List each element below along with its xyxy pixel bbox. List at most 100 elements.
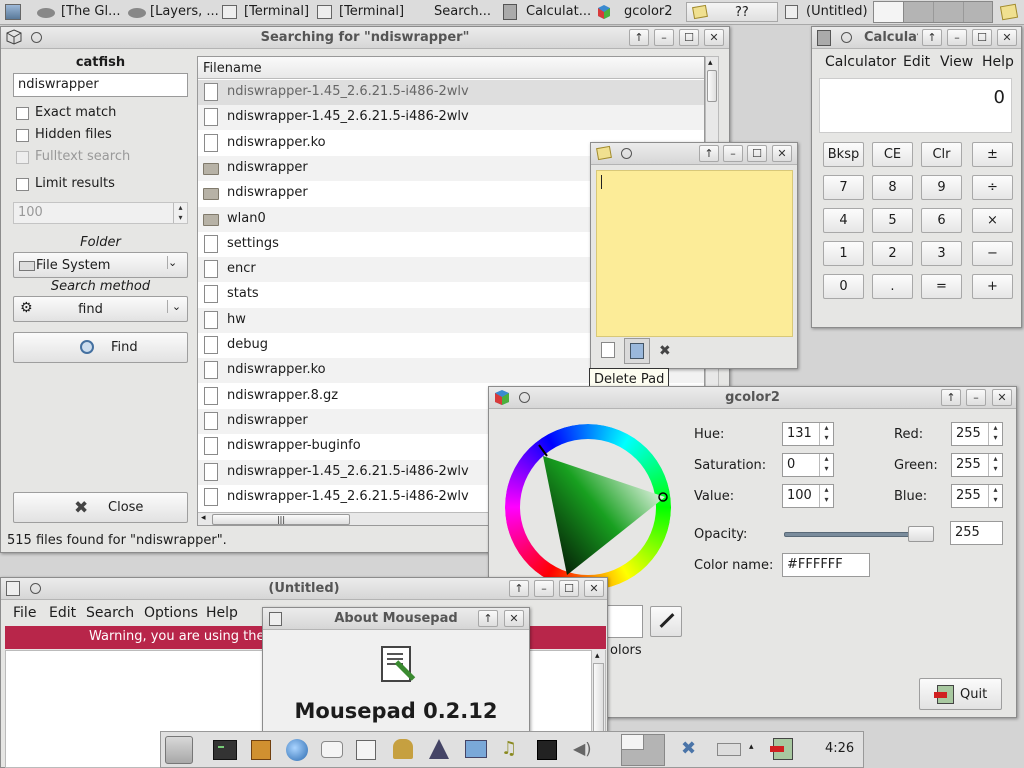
close-button[interactable]: ✖ Close [13,492,188,523]
spin-arrows-icon[interactable]: ▴ ▾ [819,485,833,507]
calc-button-minus[interactable]: − [972,241,1013,266]
panel-workspace-pager[interactable] [621,734,665,766]
shade-button[interactable]: ↑ [629,29,649,46]
close-window-button[interactable]: ✕ [772,145,792,162]
calc-button-one[interactable]: 1 [823,241,864,266]
calc-button-nine[interactable]: 9 [921,175,962,200]
close-window-button[interactable]: ✕ [584,580,604,597]
task-notes[interactable]: ?? [686,2,778,22]
calc-button-two[interactable]: 2 [872,241,913,266]
calc-button-eight[interactable]: 8 [872,175,913,200]
color-wheel[interactable] [505,424,671,590]
text-editor-icon[interactable] [356,740,376,760]
gcolor2-titlebar[interactable]: gcolor2 ↑ – ✕ [489,387,1016,409]
exact-match-checkbox[interactable] [16,107,29,120]
task-terminal-2[interactable]: [Terminal] [339,4,404,19]
calc-button-four[interactable]: 4 [823,208,864,233]
menu-help[interactable]: Help [982,54,1014,70]
close-window-button[interactable]: ✕ [504,610,524,627]
color-name-input[interactable]: #FFFFFF [782,553,870,577]
web-browser-icon[interactable] [286,739,308,761]
image-viewer-icon[interactable] [465,740,487,758]
search-query-input[interactable]: ndiswrapper [13,73,188,97]
menu-view[interactable]: View [940,54,973,70]
video-icon[interactable] [537,740,557,760]
close-window-button[interactable]: ✕ [704,29,724,46]
calc-button-backspace[interactable]: Bksp [823,142,864,167]
shade-button[interactable]: ↑ [478,610,498,627]
task-search[interactable]: Search... [434,4,491,19]
volume-icon[interactable]: ◀) [573,740,593,760]
shade-button[interactable]: ↑ [941,389,961,406]
spin-arrows-icon[interactable]: ▴ ▾ [819,454,833,476]
chat-icon[interactable] [321,741,343,758]
calc-button-decimal[interactable]: . [872,274,913,299]
scroll-up-icon[interactable]: ▴ [708,58,713,68]
close-pad-icon[interactable]: ✖ [659,343,671,359]
gimp-icon[interactable] [393,739,413,759]
calc-button-seven[interactable]: 7 [823,175,864,200]
minimize-button[interactable]: – [534,580,554,597]
music-icon[interactable]: ♫ [501,740,521,760]
minimize-button[interactable]: – [723,145,743,162]
workspace-2[interactable] [904,2,934,22]
task-layers[interactable]: [Layers, ... [150,4,219,19]
calc-button-five[interactable]: 5 [872,208,913,233]
spin-arrows-icon[interactable]: ▴ ▾ [988,423,1002,445]
red-input[interactable]: 255 ▴ ▾ [951,422,1003,446]
keyboard-icon[interactable] [717,743,741,756]
folder-combo[interactable]: File System ⌄ [13,252,188,278]
note-text-area[interactable] [596,170,793,337]
calc-button-multiply[interactable]: × [972,208,1013,233]
task-gimp[interactable]: [The Gl... [61,4,120,19]
file-cabinet-icon[interactable] [251,740,271,760]
terminal-icon[interactable] [213,740,237,760]
file-row[interactable]: ndiswrapper-1.45_2.6.21.5-i486-2wlv [198,105,704,131]
about-titlebar[interactable]: About Mousepad ↑ ✕ [263,608,529,630]
quit-button[interactable]: Quit [919,678,1002,710]
clock[interactable]: 4:26 [825,741,854,756]
vertical-scroll-thumb[interactable] [707,70,717,102]
menu-options[interactable]: Options [144,605,198,621]
close-window-button[interactable]: ✕ [992,389,1012,406]
workspace-pager[interactable] [873,1,993,23]
calc-button-plus[interactable]: + [972,274,1013,299]
maximize-button[interactable]: ☐ [679,29,699,46]
calc-button-six[interactable]: 6 [921,208,962,233]
filename-column-header[interactable]: Filename [198,57,704,79]
opacity-slider-handle[interactable] [908,526,934,542]
catfish-titlebar[interactable]: Searching for "ndiswrapper" ↑ – ☐ ✕ [1,27,729,49]
delete-pad-button[interactable] [624,338,650,364]
minimize-button[interactable]: – [966,389,986,406]
horizontal-scroll-thumb[interactable]: ||| [212,514,350,525]
logout-icon[interactable] [770,738,793,760]
task-terminal-1[interactable]: [Terminal] [244,4,309,19]
green-input[interactable]: 255 ▴ ▾ [951,453,1003,477]
scroll-left-icon[interactable]: ◂ [201,513,206,523]
workspace-4[interactable] [964,2,994,22]
calc-button-ce[interactable]: CE [872,142,913,167]
spin-arrows-icon[interactable]: ▴ ▾ [819,423,833,445]
saturation-input[interactable]: 0 ▴ ▾ [782,453,834,477]
calc-button-divide[interactable]: ÷ [972,175,1013,200]
limit-results-checkbox[interactable] [16,178,29,191]
sticky-button[interactable] [841,32,852,43]
task-calculator[interactable]: Calculat... [526,4,591,19]
tray-arrow-icon[interactable]: ▴ [749,742,754,752]
minimize-button[interactable]: – [654,29,674,46]
menu-icon[interactable] [5,4,21,20]
menu-edit[interactable]: Edit [903,54,930,70]
calc-button-clear[interactable]: Clr [921,142,962,167]
minimize-button[interactable]: – [947,29,967,46]
shade-button[interactable]: ↑ [922,29,942,46]
calc-button-plus-minus[interactable]: ± [972,142,1013,167]
hidden-files-checkbox[interactable] [16,129,29,142]
hue-input[interactable]: 131 ▴ ▾ [782,422,834,446]
settings-icon[interactable]: ✖ [681,740,701,760]
menu-help[interactable]: Help [206,605,238,621]
maximize-button[interactable]: ☐ [559,580,579,597]
calc-button-equals[interactable]: = [921,274,962,299]
calculator-titlebar[interactable]: Calculat ↑ – ☐ ✕ [812,27,1021,49]
menu-file[interactable]: File [13,605,36,621]
notes-tray-icon[interactable] [999,3,1019,21]
